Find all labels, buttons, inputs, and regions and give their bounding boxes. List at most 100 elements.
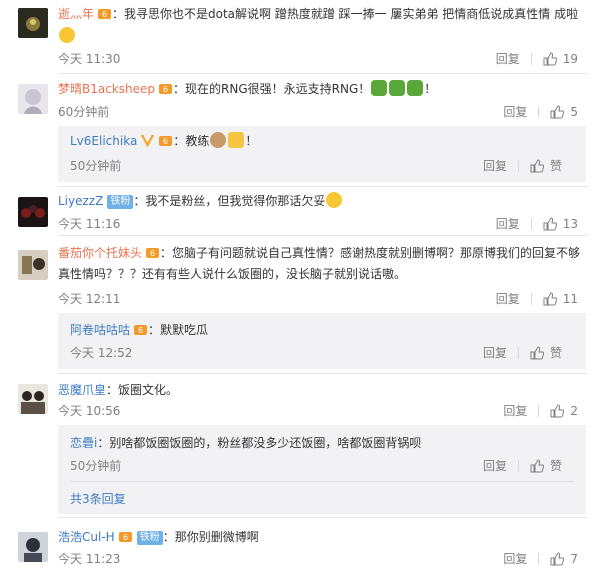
reply-text: ：教练	[173, 134, 210, 148]
avatar[interactable]	[18, 84, 48, 114]
comment-text: ：饭圈文化。	[106, 383, 179, 397]
vip-crown-icon: 6	[159, 136, 173, 146]
comment-content: 番茄你个托妹头 6 ：您脑子有问题就说自己真性情？感谢热度就别删博啊？那原博我们的回…	[58, 243, 588, 285]
beer-emoji-icon	[228, 132, 245, 148]
like-button[interactable]: 13	[543, 215, 578, 233]
reply-button[interactable]: 回复	[503, 550, 527, 568]
exclamation: ！	[245, 134, 258, 148]
like-button[interactable]: 19	[543, 50, 578, 68]
username[interactable]: 恶魔爪皇	[58, 383, 106, 397]
like-button[interactable]: 7	[550, 550, 578, 568]
username[interactable]: 梦晴B1acksheep	[58, 82, 155, 96]
reply-username[interactable]: 阿卷咕咕咕	[70, 323, 130, 337]
like-count: 11	[562, 292, 578, 306]
like-button[interactable]: 赞	[530, 157, 562, 175]
comment-text: ：我不是粉丝，但我觉得你那话欠妥	[133, 194, 326, 208]
action-divider	[530, 293, 532, 305]
comment-time: 今天 11:16	[58, 217, 121, 231]
thumbs-up-icon	[543, 292, 557, 306]
reply-actions: 回复 赞	[483, 344, 562, 362]
username[interactable]: 番茄你个托妹头	[58, 246, 142, 260]
vip-crown-icon: 6	[159, 84, 173, 94]
action-divider	[530, 53, 532, 65]
comment-time: 今天 12:11	[58, 292, 121, 306]
svg-text:6: 6	[102, 10, 107, 19]
vip-crown-icon: 6	[98, 9, 112, 19]
svg-text:6: 6	[150, 249, 155, 258]
thumbs-up-icon	[550, 404, 565, 418]
comment-time: 今天 10:56	[58, 404, 121, 418]
reply-actions: 回复 赞	[483, 457, 562, 475]
reply-button[interactable]: 回复	[483, 457, 507, 475]
like-label: 赞	[549, 459, 562, 473]
reply-button[interactable]: 回复	[483, 157, 507, 175]
comment-content: 逝灬年 6 ：我寻思你也不是dota解说啊 蹭热度就蹭 踩一捧一 屢实弟弟 把情商低…	[58, 4, 588, 24]
reply-actions: 回复 赞	[483, 157, 562, 175]
reply-panel: 恋礨i：别啥都饭圈饭圈的，粉丝都没多少还饭圈，啥都饭圈背锅呗 50分钟前 回复 …	[58, 425, 586, 514]
like-button[interactable]: 赞	[530, 457, 562, 475]
avatar[interactable]	[18, 250, 48, 280]
divider	[70, 481, 574, 482]
action-divider	[538, 553, 540, 565]
reply-content: 恋礨i：别啥都饭圈饭圈的，粉丝都没多少还饭圈，啥都饭圈背锅呗	[70, 433, 576, 453]
comment-text: ：我寻思你也不是dota解说啊 蹭热度就蹭 踩一捧一 屢实弟弟 把情商低说成真性…	[112, 7, 579, 21]
comment-time: 今天 11:30	[58, 52, 121, 66]
thumbs-up-icon	[543, 52, 557, 66]
avatar[interactable]	[18, 384, 48, 414]
reply-content: Lv6Elichika 6 ：教练 ！	[70, 131, 576, 151]
reply-button[interactable]: 回复	[496, 50, 520, 68]
caterpillar-emoji-icon	[389, 80, 406, 96]
like-count: 19	[562, 52, 578, 66]
like-count: 13	[562, 217, 578, 231]
reply-button[interactable]: 回复	[483, 344, 507, 362]
comment-actions: 回复 5	[503, 103, 578, 121]
svg-text:6: 6	[163, 137, 168, 146]
reply-text: ：默默吃瓜	[148, 323, 209, 337]
reply-panel: Lv6Elichika 6 ：教练 ！ 50分钟前 回复 赞	[58, 126, 586, 182]
comment-actions: 回复 7	[503, 550, 578, 568]
comment-actions: 回复 2	[503, 402, 578, 420]
reply-content: 阿卷咕咕咕 6 ：默默吃瓜	[70, 320, 576, 340]
reply-time: 50分钟前	[70, 159, 122, 173]
like-button[interactable]: 11	[543, 290, 578, 308]
like-count: 2	[570, 404, 578, 418]
avatar[interactable]	[18, 197, 48, 227]
reply-button[interactable]: 回复	[503, 103, 527, 121]
avatar[interactable]	[18, 8, 48, 38]
thumbs-up-icon	[530, 346, 544, 360]
reply-button[interactable]: 回复	[496, 290, 520, 308]
avatar[interactable]	[18, 532, 48, 562]
vip-crown-icon: 6	[134, 325, 148, 335]
comment-actions: 回复 11	[496, 290, 578, 308]
comment-actions: 回复 19	[496, 50, 578, 68]
reply-button[interactable]: 回复	[503, 402, 527, 420]
reply-button[interactable]: 回复	[496, 215, 520, 233]
action-divider	[517, 460, 519, 472]
reply-username[interactable]: Lv6Elichika	[70, 134, 137, 148]
like-count: 5	[570, 105, 578, 119]
thumbs-up-icon	[550, 105, 565, 119]
action-divider	[517, 160, 519, 172]
reply-time: 50分钟前	[70, 459, 122, 473]
thumbs-up-icon	[550, 552, 565, 566]
like-button[interactable]: 2	[550, 402, 578, 420]
action-divider	[538, 106, 540, 118]
divider	[58, 235, 588, 236]
comment-content: 梦晴B1acksheep 6 ：现在的RNG很强！永远支持RNG！ ！	[58, 79, 588, 99]
like-button[interactable]: 赞	[530, 344, 562, 362]
username[interactable]: 浩浩Cul-H	[58, 530, 115, 544]
divider	[58, 73, 588, 74]
reply-username[interactable]: 恋礨i	[70, 436, 97, 450]
svg-text:6: 6	[138, 326, 143, 335]
view-more-replies-link[interactable]: 共3条回复	[70, 490, 126, 508]
like-button[interactable]: 5	[550, 103, 578, 121]
cat-emoji-icon	[210, 132, 227, 148]
fan-badge: 铁粉	[136, 531, 163, 545]
username[interactable]: LiyezzZ	[58, 194, 103, 208]
comment-time: 今天 11:23	[58, 552, 121, 566]
comment-actions: 回复 13	[496, 215, 578, 233]
username[interactable]: 逝灬年	[58, 7, 94, 21]
vip-crown-icon: 6	[146, 248, 160, 258]
comment-emoji-line	[58, 26, 588, 46]
divider	[58, 517, 588, 518]
